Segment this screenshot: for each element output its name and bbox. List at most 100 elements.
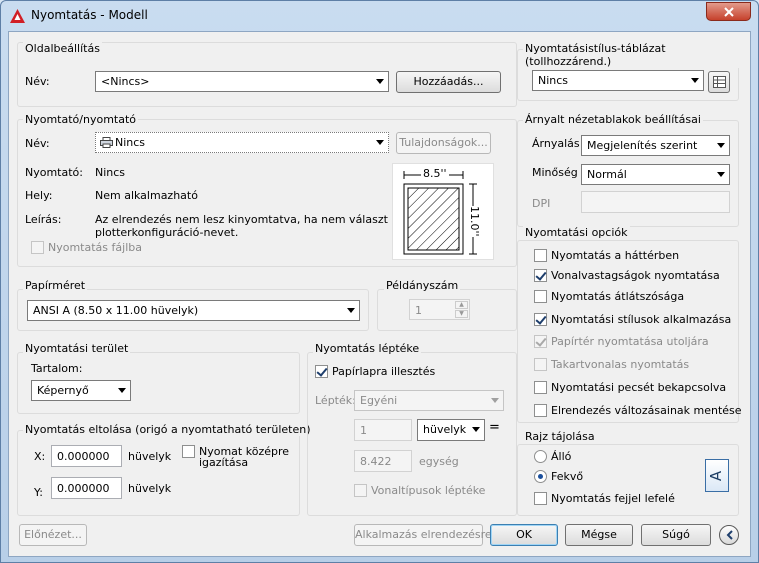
scale-lineweights-checkbox[interactable]: Vonaltípusok léptéke	[354, 484, 485, 498]
printer-name-label: Név:	[25, 137, 50, 150]
title-bar[interactable]: Nyomtatás - Modell	[1, 1, 758, 31]
plot-option-checkbox[interactable]: Takartvonalas nyomtatás	[534, 358, 689, 372]
add-button[interactable]: Hozzáadás...	[396, 71, 501, 93]
landscape-radio[interactable]: Fekvő	[534, 470, 583, 484]
ok-button[interactable]: OK	[490, 524, 558, 546]
plot-option-checkbox[interactable]: Vonalvastagságok nyomtatása	[534, 269, 720, 283]
page-setup-name-value: <Nincs>	[101, 75, 150, 88]
quality-select[interactable]: Normál	[581, 164, 730, 185]
printer-icon	[100, 137, 113, 148]
collapse-options-button[interactable]	[719, 525, 739, 545]
y-unit: hüvelyk	[128, 482, 172, 495]
plot-option-label: Vonalvastagságok nyomtatása	[551, 269, 720, 282]
checkbox-box	[534, 381, 547, 394]
scale-label: Lépték:	[315, 394, 356, 407]
x-offset-input[interactable]: 0.000000	[51, 445, 122, 467]
upside-down-checkbox[interactable]: Nyomtatás fejjel lefelé	[534, 492, 675, 506]
spin-down-icon[interactable]: ▼	[455, 310, 468, 318]
plot-option-label: Nyomtatási stílusok alkalmazása	[551, 313, 732, 326]
quality-label: Minőség	[532, 166, 578, 179]
checkbox-box	[182, 445, 195, 458]
description-line-1: Az elrendezés nem lesz kinyomtatva, ha n…	[95, 213, 402, 226]
y-label: Y:	[34, 486, 43, 499]
paper-size-select[interactable]: ANSI A (8.50 x 11.00 hüvelyk)	[27, 300, 360, 321]
plot-option-label: Elrendezés változásainak mentése	[551, 404, 742, 417]
where-label: Hely:	[25, 189, 53, 202]
plotter-value: Nincs	[95, 166, 126, 179]
landscape-label: Fekvő	[551, 470, 584, 483]
scale-unit-select[interactable]: hüvelyk	[417, 419, 485, 441]
properties-button[interactable]: Tulajdonságok...	[396, 132, 491, 154]
scale-lineweights-label: Vonaltípusok léptéke	[371, 484, 486, 497]
copies-spinner[interactable]: 1 ▲ ▼	[409, 299, 470, 320]
page-setup-name-select[interactable]: <Nincs>	[95, 71, 389, 92]
y-offset-input[interactable]: 0.000000	[51, 477, 122, 499]
chevron-down-icon	[376, 79, 384, 84]
chevron-left-icon	[726, 530, 733, 540]
plot-offset-group	[17, 430, 300, 516]
plot-style-select[interactable]: Nincs	[532, 70, 704, 91]
page-setup-title: Oldalbeállítás	[23, 42, 102, 55]
inches-input[interactable]: 1	[354, 419, 412, 441]
chevron-down-icon	[376, 140, 384, 145]
plotter-label: Nyomtató:	[25, 166, 83, 179]
preview-button[interactable]: Előnézet...	[19, 524, 87, 546]
checkbox-box	[31, 241, 44, 254]
chevron-down-icon	[491, 398, 499, 403]
plot-option-checkbox[interactable]: Nyomtatás a háttérben	[534, 249, 679, 263]
printer-name-select[interactable]: Nincs	[95, 132, 389, 153]
shade-plot-select[interactable]: Megjelenítés szerint	[581, 135, 730, 156]
plot-option-checkbox[interactable]: Nyomtatási pecsét bekapcsolva	[534, 381, 726, 395]
fit-to-paper-checkbox[interactable]: Papírlapra illesztés	[315, 365, 435, 379]
fit-to-paper-label: Papírlapra illesztés	[332, 365, 436, 378]
checkbox-box	[534, 335, 547, 348]
plot-to-file-checkbox[interactable]: Nyomtatás fájlba	[31, 241, 142, 255]
orientation-title: Rajz tájolása	[523, 430, 597, 443]
scale-value: Egyéni	[360, 394, 398, 407]
checkbox-box	[315, 365, 328, 378]
chevron-down-icon	[691, 78, 699, 83]
what-to-plot-select[interactable]: Képernyő	[31, 380, 131, 401]
orientation-preview-icon: A	[705, 459, 729, 492]
checkbox-box	[534, 404, 547, 417]
plot-option-label: Nyomtatás átlátszósága	[551, 290, 685, 303]
help-button[interactable]: Súgó	[641, 524, 711, 546]
x-unit: hüvelyk	[128, 450, 172, 463]
units-input[interactable]: 8.422	[354, 450, 412, 472]
preview-height-label: 11.0''	[468, 206, 481, 237]
shade-plot-value: Megjelenítés szerint	[587, 139, 698, 152]
orientation-letter: A	[707, 470, 726, 482]
edit-plot-style-button[interactable]	[708, 71, 730, 93]
plot-option-checkbox[interactable]: Nyomtatási stílusok alkalmazása	[534, 313, 731, 327]
window-title: Nyomtatás - Modell	[31, 8, 148, 22]
plot-option-label: Takartvonalas nyomtatás	[551, 358, 690, 371]
plot-option-checkbox[interactable]: Elrendezés változásainak mentése	[534, 404, 742, 418]
spin-up-icon[interactable]: ▲	[455, 301, 468, 309]
scale-select[interactable]: Egyéni	[354, 390, 504, 411]
plot-scale-title: Nyomtatás léptéke	[313, 342, 422, 355]
paper-preview: 8.5'' 11.0''	[392, 163, 494, 260]
dpi-input[interactable]	[581, 191, 730, 213]
printer-name-value: Nincs	[115, 136, 146, 149]
edit-table-icon	[713, 76, 726, 88]
cancel-button[interactable]: Mégse	[565, 524, 633, 546]
plot-style-title: Nyomtatásistílus-táblázat (tollhozzárend…	[523, 42, 750, 68]
close-button[interactable]	[706, 2, 751, 21]
printer-title: Nyomtató/nyomtató	[23, 113, 139, 126]
apply-to-layout-button[interactable]: Alkalmazás elrendezésre	[354, 524, 492, 546]
plot-option-checkbox[interactable]: Papírtér nyomtatása utoljára	[534, 335, 709, 349]
plot-options-group	[517, 240, 739, 423]
checkbox-box	[534, 313, 547, 326]
chevron-down-icon	[717, 172, 725, 177]
upside-down-label: Nyomtatás fejjel lefelé	[551, 492, 675, 505]
plot-option-checkbox[interactable]: Nyomtatás átlátszósága	[534, 290, 684, 304]
paper-size-title: Papírméret	[23, 279, 88, 292]
description-label: Leírás:	[25, 213, 62, 226]
dialog-body: Oldalbeállítás Név: <Nincs> Hozzáadás...…	[8, 31, 751, 557]
what-to-plot-label: Tartalom:	[31, 362, 83, 375]
shade-plot-label: Árnyalás	[532, 137, 580, 150]
description-line-2: plotterkonfiguráció-nevet.	[95, 226, 239, 239]
portrait-radio[interactable]: Álló	[534, 450, 571, 464]
scale-unit-value: hüvelyk	[423, 423, 467, 436]
equals-sign: =	[489, 420, 500, 435]
